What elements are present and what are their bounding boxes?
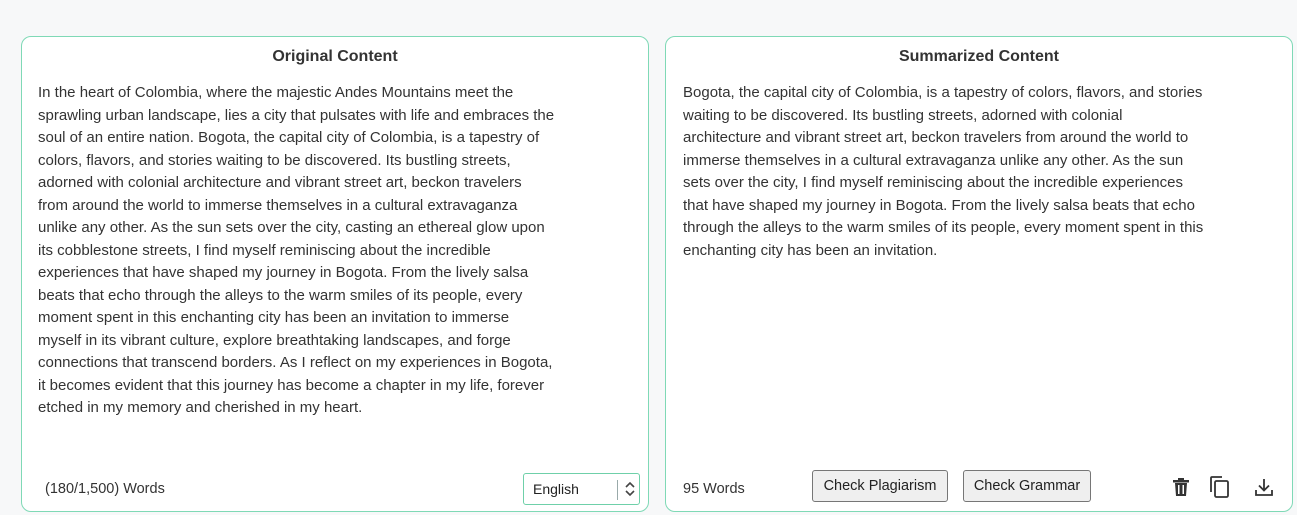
original-text-area[interactable]: In the heart of Colombia, where the maje…: [38, 82, 632, 420]
summarized-content-title: Summarized Content: [898, 48, 1059, 65]
up-down-chevron-icon: [625, 481, 635, 497]
check-grammar-button[interactable]: Check Grammar: [963, 470, 1091, 502]
download-icon: [1255, 479, 1273, 496]
delete-button[interactable]: [1167, 473, 1195, 501]
copy-button[interactable]: [1205, 473, 1233, 501]
language-select[interactable]: English: [523, 473, 640, 505]
original-word-count: (180/1,500) Words: [45, 481, 165, 497]
language-select-value: English: [533, 481, 579, 497]
summary-word-count: 95 Words: [683, 481, 745, 497]
trash-icon: [1173, 478, 1189, 496]
summarized-content-panel: Summarized Content Bogota, the capital c…: [665, 36, 1293, 512]
copy-icon: [1210, 476, 1229, 498]
original-content-title: Original Content: [272, 48, 398, 65]
summarized-text-area: Bogota, the capital city of Colombia, is…: [683, 84, 1204, 259]
download-button[interactable]: [1250, 473, 1278, 501]
check-plagiarism-button[interactable]: Check Plagiarism: [812, 470, 948, 502]
original-content-panel: Original Content In the heart of Colombi…: [21, 36, 649, 512]
select-divider: [617, 480, 618, 500]
